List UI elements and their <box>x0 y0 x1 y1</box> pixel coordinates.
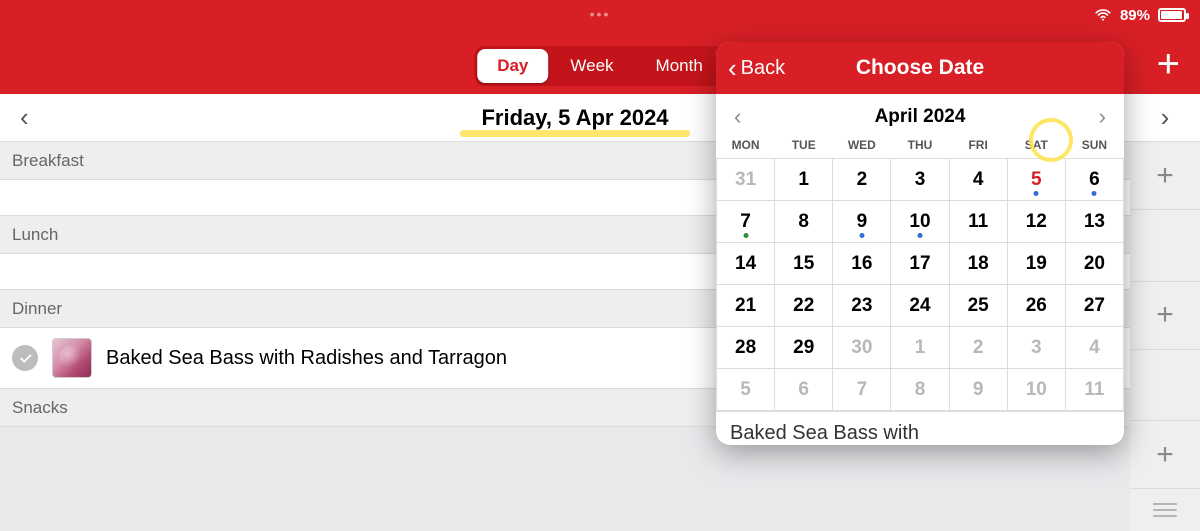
calendar-day[interactable]: 3 <box>891 159 949 201</box>
calendar-day[interactable]: 1 <box>775 159 833 201</box>
calendar-day[interactable]: 8 <box>891 369 949 411</box>
calendar-nav: ‹ April 2024 › <box>716 94 1124 134</box>
calendar-day[interactable]: 9 <box>833 201 891 243</box>
next-day-button[interactable]: › <box>1130 94 1200 142</box>
dow-label: TUE <box>775 134 833 159</box>
calendar-day[interactable]: 16 <box>833 243 891 285</box>
calendar-day[interactable]: 7 <box>833 369 891 411</box>
choose-date-popover: ‹ Back Choose Date ‹ April 2024 › MONTUE… <box>716 42 1124 445</box>
calendar-day[interactable]: 1 <box>891 327 949 369</box>
calendar-day[interactable]: 29 <box>775 327 833 369</box>
spacer <box>1130 210 1200 282</box>
meal-name: Baked Sea Bass with Radishes and Tarrago… <box>106 347 507 370</box>
calendar-day[interactable]: 2 <box>833 159 891 201</box>
back-label: Back <box>741 57 785 80</box>
prev-month-button[interactable]: ‹ <box>726 100 749 134</box>
status-bar: 89% <box>1094 6 1186 24</box>
calendar-day[interactable]: 27 <box>1065 285 1123 327</box>
add-dinner-button[interactable]: + <box>1130 421 1200 489</box>
calendar-day[interactable]: 6 <box>775 369 833 411</box>
calendar-day[interactable]: 4 <box>949 159 1007 201</box>
event-dot-icon <box>859 233 864 238</box>
event-dot-icon <box>1034 191 1039 196</box>
popover-back-button[interactable]: ‹ Back <box>716 55 797 81</box>
calendar-day[interactable]: 11 <box>949 201 1007 243</box>
meal-thumbnail <box>52 338 92 378</box>
check-icon[interactable] <box>12 345 38 371</box>
segment-day[interactable]: Day <box>477 49 548 83</box>
event-dot-icon <box>917 233 922 238</box>
calendar-day[interactable]: 4 <box>1065 327 1123 369</box>
calendar-day[interactable]: 3 <box>1007 327 1065 369</box>
calendar-day[interactable]: 17 <box>891 243 949 285</box>
add-breakfast-button[interactable]: + <box>1130 142 1200 210</box>
popover-header: ‹ Back Choose Date <box>716 42 1124 94</box>
calendar-day[interactable]: 11 <box>1065 369 1123 411</box>
calendar-day[interactable]: 21 <box>717 285 775 327</box>
spacer <box>1130 350 1200 422</box>
calendar-day[interactable]: 7 <box>717 201 775 243</box>
reorder-handle-icon[interactable] <box>1130 489 1200 531</box>
dow-label: SAT <box>1007 134 1065 159</box>
annotation-highlight <box>460 130 690 137</box>
battery-percent: 89% <box>1120 7 1150 24</box>
calendar-day[interactable]: 30 <box>833 327 891 369</box>
calendar-day[interactable]: 10 <box>891 201 949 243</box>
add-lunch-button[interactable]: + <box>1130 282 1200 350</box>
calendar-day[interactable]: 26 <box>1007 285 1065 327</box>
popover-footer-preview: Baked Sea Bass with <box>716 411 1124 445</box>
event-dot-icon <box>1092 191 1097 196</box>
chevron-left-icon: ‹ <box>728 55 737 81</box>
calendar-day[interactable]: 20 <box>1065 243 1123 285</box>
calendar-day[interactable]: 28 <box>717 327 775 369</box>
dow-label: MON <box>717 134 775 159</box>
dow-label: WED <box>833 134 891 159</box>
calendar-day[interactable]: 13 <box>1065 201 1123 243</box>
date-label-text: Friday, 5 Apr 2024 <box>481 105 668 130</box>
calendar-grid: MONTUEWEDTHUFRISATSUN 311234567891011121… <box>716 134 1124 411</box>
prev-day-button[interactable]: ‹ <box>20 102 40 133</box>
calendar-day[interactable]: 31 <box>717 159 775 201</box>
right-sidebar: › + + + <box>1130 94 1200 531</box>
calendar-day[interactable]: 22 <box>775 285 833 327</box>
calendar-day[interactable]: 23 <box>833 285 891 327</box>
calendar-day[interactable]: 19 <box>1007 243 1065 285</box>
segment-month[interactable]: Month <box>636 49 723 83</box>
dow-label: FRI <box>949 134 1007 159</box>
calendar-day[interactable]: 5 <box>717 369 775 411</box>
calendar-day[interactable]: 18 <box>949 243 1007 285</box>
view-segmented-control[interactable]: Day Week Month <box>474 46 726 86</box>
calendar-day[interactable]: 24 <box>891 285 949 327</box>
calendar-day[interactable]: 5 <box>1007 159 1065 201</box>
drag-handle-icon[interactable]: ••• <box>590 6 611 22</box>
calendar-day[interactable]: 8 <box>775 201 833 243</box>
calendar-day[interactable]: 2 <box>949 327 1007 369</box>
calendar-day[interactable]: 14 <box>717 243 775 285</box>
segment-week[interactable]: Week <box>550 49 633 83</box>
dow-label: THU <box>891 134 949 159</box>
calendar-day[interactable]: 10 <box>1007 369 1065 411</box>
event-dot-icon <box>743 233 748 238</box>
calendar-day[interactable]: 12 <box>1007 201 1065 243</box>
month-label: April 2024 <box>875 106 966 128</box>
dow-label: SUN <box>1065 134 1123 159</box>
calendar-day[interactable]: 25 <box>949 285 1007 327</box>
calendar-day[interactable]: 15 <box>775 243 833 285</box>
add-button[interactable]: + <box>1157 44 1180 84</box>
calendar-day[interactable]: 9 <box>949 369 1007 411</box>
next-month-button[interactable]: › <box>1091 100 1114 134</box>
wifi-icon <box>1094 6 1112 24</box>
battery-icon <box>1158 8 1186 22</box>
calendar-day[interactable]: 6 <box>1065 159 1123 201</box>
